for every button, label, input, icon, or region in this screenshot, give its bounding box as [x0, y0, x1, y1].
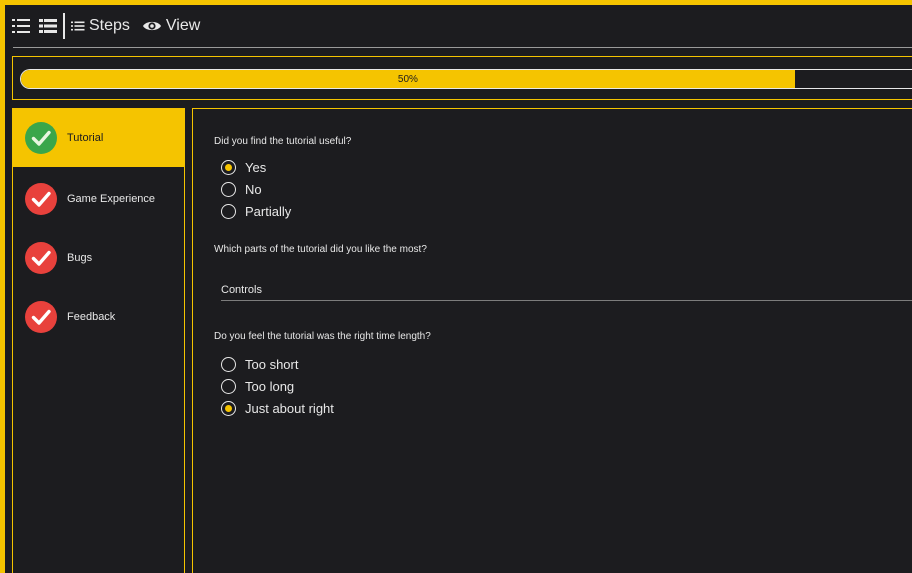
radio-button [221, 160, 236, 175]
progress-panel: 50% [12, 56, 912, 100]
view-label: View [165, 17, 201, 34]
radio-too-short[interactable]: Too short [221, 357, 298, 372]
radio-label: Partially [245, 204, 292, 219]
steps-button[interactable]: Steps [71, 17, 130, 35]
radio-selected-dot [225, 405, 232, 412]
radio-no[interactable]: No [221, 182, 262, 197]
question-tutorial-useful: Did you find the tutorial useful? [214, 136, 352, 147]
radio-label: Too long [245, 379, 295, 394]
radio-label: Just about right [245, 401, 334, 416]
sidebar-item-label: Feedback [67, 311, 116, 323]
question-liked-parts: Which parts of the tutorial did you like… [214, 244, 427, 255]
radio-button [221, 204, 236, 219]
radio-yes[interactable]: Yes [221, 160, 266, 175]
list-icon [71, 20, 85, 32]
liked-parts-input[interactable]: Controls [221, 279, 912, 301]
question-time-length: Do you feel the tutorial was the right t… [214, 331, 431, 342]
radio-button [221, 357, 236, 372]
sidebar-item-label: Bugs [67, 252, 93, 264]
form-panel: Did you find the tutorial useful? Yes No… [192, 108, 912, 573]
checkmark-icon [25, 183, 57, 215]
radio-too-long[interactable]: Too long [221, 379, 294, 394]
steps-label: Steps [89, 17, 130, 34]
radio-label: Too short [245, 357, 299, 372]
sidebar-item-tutorial[interactable]: Tutorial [13, 109, 184, 167]
radio-partially[interactable]: Partially [221, 204, 291, 219]
radio-button [221, 401, 236, 416]
sidebar-item-bugs[interactable]: Bugs [13, 229, 184, 287]
radio-label: Yes [245, 160, 267, 175]
radio-label: No [245, 182, 262, 197]
sidebar-item-label: Game Experience [67, 193, 156, 205]
sidebar-item-game-experience[interactable]: Game Experience [13, 170, 184, 228]
toolbar-divider-line [13, 47, 912, 48]
numbered-list-icon[interactable] [11, 17, 31, 35]
survey-window: Steps View 50% Tutorial Game Experience … [5, 5, 912, 573]
eye-icon [142, 19, 162, 33]
progress-bar: 50% [20, 69, 912, 89]
checkmark-icon [25, 242, 57, 274]
sidebar-item-label: Tutorial [67, 132, 104, 144]
radio-button [221, 379, 236, 394]
toolbar-divider [63, 13, 65, 39]
view-button[interactable]: View [142, 17, 200, 35]
checkmark-icon [25, 122, 57, 154]
steps-sidebar: Tutorial Game Experience Bugs Feedback [12, 108, 185, 573]
radio-button [221, 182, 236, 197]
radio-selected-dot [225, 164, 232, 171]
list-view-icon[interactable] [39, 18, 57, 34]
checkmark-icon [25, 301, 57, 333]
sidebar-item-feedback[interactable]: Feedback [13, 288, 184, 346]
progress-percent: 50% [397, 73, 418, 85]
radio-just-about-right[interactable]: Just about right [221, 401, 334, 416]
toolbar: Steps View [5, 5, 912, 47]
